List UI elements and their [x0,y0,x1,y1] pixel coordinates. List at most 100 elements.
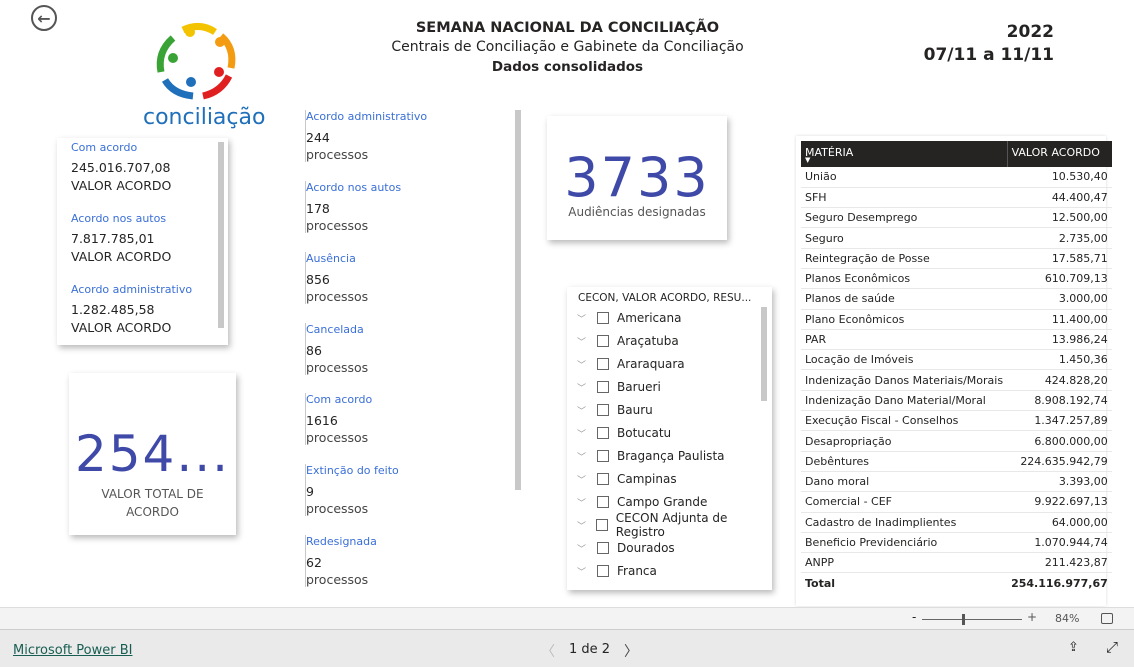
status-count: 244 [306,130,330,145]
slicer-item[interactable]: ﹀ Dourados [577,537,675,559]
checkbox[interactable] [597,565,609,577]
chevron-down-icon[interactable]: ﹀ [577,312,591,325]
slicer-item[interactable]: ﹀ CECON Adjunta de Registro [577,511,772,539]
valor-cell: 424.828,20 [1007,369,1112,391]
fullscreen-icon[interactable]: ⤢ [1106,638,1118,656]
valor-cell: 3.000,00 [1007,288,1112,310]
slicer-item[interactable]: ﹀ Araçatuba [577,330,679,352]
agreement-values-card: Com acordo 245.016.707,08 VALOR ACORDO Aco… [57,138,228,345]
slicer-item[interactable]: ﹀ Araraquara [577,353,685,375]
card-sub: VALOR ACORDO [71,178,172,193]
card-value: 1.282.485,58 [71,302,155,317]
checkbox[interactable] [597,404,609,416]
materia-cell: Indenização Danos Materiais/Morais [801,369,1008,391]
slicer-item-label: CECON Adjunta de Registro [615,511,728,539]
slicer-item-label: Campinas [617,472,677,486]
cecon-slicer: CECON, VALOR ACORDO, RESU... ﹀ Americana ﹀… [567,287,772,590]
zoom-out-button[interactable]: - [912,610,916,624]
zoom-slider[interactable] [922,614,1022,625]
slicer-item-label: Botucatu [617,426,672,440]
checkbox[interactable] [597,450,609,462]
slicer-item[interactable]: ﹀ Campo Grande [577,491,707,513]
valor-cell: 10.530,40 [1007,167,1112,188]
zoom-in-button[interactable]: + [1027,610,1037,624]
table-row: Indenização Danos Materiais/Morais 424.82… [801,369,1112,391]
checkbox[interactable] [597,381,609,393]
slicer-item[interactable]: ﹀ Campinas [577,468,677,490]
materia-cell: Plano Econômicos [801,309,1008,330]
card-label: Acordo nos autos [71,212,167,225]
materia-cell: ANPP [801,552,1008,574]
status-label: Com acordo [306,393,373,406]
chevron-down-icon[interactable]: ﹀ [577,404,591,417]
zoom-slider-thumb[interactable] [962,614,965,625]
chevron-down-icon[interactable]: ﹀ [577,565,591,578]
footer: Microsoft Power BI 〈 1 de 2 〉 ⇪ ⤢ [0,630,1134,667]
materia-cell: PAR [801,329,1008,351]
slicer-item[interactable]: ﹀ Bragança Paulista [577,445,725,467]
checkbox[interactable] [597,427,609,439]
valor-cell: 2.735,00 [1007,227,1112,249]
chevron-down-icon[interactable]: ﹀ [577,473,591,486]
scrollbar[interactable] [761,307,767,401]
table-row: Dano moral 3.393,00 [801,471,1112,493]
chevron-down-icon[interactable]: ﹀ [577,427,591,440]
materia-cell: Desapropriação [801,430,1008,452]
fit-to-page-icon[interactable] [1101,613,1113,624]
checkbox[interactable] [596,519,608,531]
chevron-down-icon[interactable]: ﹀ [577,519,590,532]
status-label: Cancelada [306,323,364,336]
power-bi-link[interactable]: Microsoft Power BI [13,643,132,658]
status-label: Ausência [306,252,356,265]
valor-cell: 1.070.944,74 [1007,532,1112,554]
checkbox[interactable] [597,542,609,554]
table-row: União 10.530,40 [801,167,1112,188]
slicer-item-label: Dourados [617,541,675,555]
slicer-item[interactable]: ﹀ Barueri [577,376,661,398]
table-row: SFH 44.400,47 [801,187,1112,209]
chevron-down-icon[interactable]: ﹀ [577,381,591,394]
checkbox[interactable] [597,496,609,508]
column-header-valor[interactable]: VALOR ACORDO [1006,141,1112,167]
slicer-item[interactable]: ﹀ Americana [577,307,681,329]
slicer-item[interactable]: ﹀ Franca [577,560,657,582]
scrollbar[interactable] [218,142,224,328]
checkbox[interactable] [597,312,609,324]
checkbox[interactable] [597,358,609,370]
table-row: Reintegração de Posse 17.585,71 [801,248,1112,269]
table-row: Debêntures 224.635.942,79 [801,451,1112,472]
table-row: Execução Fiscal - Conselhos 1.347.257,89 [801,410,1112,432]
slicer-item-label: Campo Grande [617,495,708,509]
chevron-down-icon[interactable]: ﹀ [577,450,591,463]
next-page-button[interactable]: 〉 [624,641,638,661]
card-label: Acordo administrativo [71,283,193,296]
valor-cell: 1.347.257,89 [1007,410,1112,432]
column-header-materia[interactable]: MATÉRIA ▼ [801,141,1008,167]
chevron-down-icon[interactable]: ﹀ [577,496,591,509]
slicer-item[interactable]: ﹀ Bauru [577,399,653,421]
materia-cell: Indenização Dano Material/Moral [801,390,1008,412]
back-button[interactable]: ← [31,5,57,31]
slicer-item[interactable]: ﹀ Botucatu [577,422,671,444]
status-count: 9 [306,484,314,499]
table-row: Desapropriação 6.800.000,00 [801,430,1112,452]
hearings-card: 3733 Audiências designadas [547,116,727,240]
table-row: Seguro 2.735,00 [801,227,1112,249]
status-count: 62 [306,555,322,570]
slicer-item-label: Franca [617,564,657,578]
materia-cell: Cadastro de Inadimplientes [801,512,1008,533]
share-icon[interactable]: ⇪ [1068,640,1079,655]
materia-cell: Seguro [801,227,1008,249]
chevron-down-icon[interactable]: ﹀ [577,335,591,348]
zoom-bar: - + 84% [0,607,1134,630]
chevron-down-icon[interactable]: ﹀ [577,542,591,555]
chevron-down-icon[interactable]: ﹀ [577,358,591,371]
status-unit: processos [306,501,369,516]
scrollbar[interactable] [515,110,521,490]
valor-cell: 1.450,36 [1007,349,1112,371]
table-row: Cadastro de Inadimplientes 64.000,00 [801,512,1112,533]
status-label: Extinção do feito [306,464,399,477]
checkbox[interactable] [597,335,609,347]
checkbox[interactable] [597,473,609,485]
previous-page-button[interactable]: 〈 [541,641,555,661]
